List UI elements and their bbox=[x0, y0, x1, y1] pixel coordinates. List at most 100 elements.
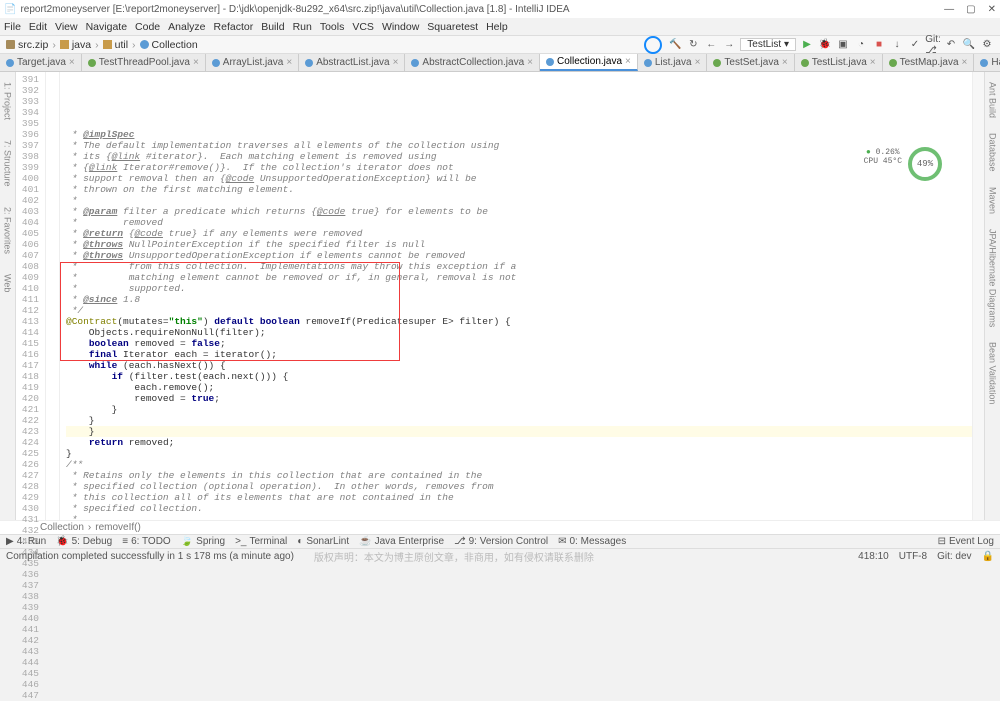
tool-button[interactable]: Web bbox=[3, 274, 13, 292]
code-line[interactable]: * @return {@code true} if any elements w… bbox=[66, 228, 972, 239]
code-line[interactable]: removed = true; bbox=[66, 393, 972, 404]
code-line[interactable]: while (each.hasNext()) { bbox=[66, 360, 972, 371]
lock-icon[interactable]: 🔒 bbox=[982, 551, 994, 562]
tool-window-tab[interactable]: ⎇9: Version Control bbox=[454, 536, 548, 547]
code-line[interactable]: * this collection all of its elements th… bbox=[66, 492, 972, 503]
code-line[interactable]: boolean removed = false; bbox=[66, 338, 972, 349]
code-line[interactable]: * specified collection. bbox=[66, 503, 972, 514]
tool-button[interactable]: 2: Favorites bbox=[3, 207, 13, 254]
smart-search-icon[interactable] bbox=[644, 36, 662, 54]
minimize-button[interactable]: — bbox=[944, 4, 954, 15]
maximize-button[interactable]: ▢ bbox=[966, 4, 975, 15]
close-tab-icon[interactable]: × bbox=[695, 57, 701, 68]
code-line[interactable]: * removed bbox=[66, 217, 972, 228]
tool-window-tab[interactable]: ☕Java Enterprise bbox=[359, 536, 444, 547]
build-button[interactable]: 🔨 bbox=[668, 38, 682, 52]
git-branch[interactable]: Git: dev bbox=[937, 551, 971, 562]
event-log-tab[interactable]: ⊟ Event Log bbox=[938, 536, 994, 547]
code-line[interactable]: * matching element cannot be removed or … bbox=[66, 272, 972, 283]
code-line[interactable]: * its {@link #iterator}. Each matching e… bbox=[66, 151, 972, 162]
file-tab[interactable]: TestSet.java× bbox=[707, 54, 794, 71]
tool-window-tab[interactable]: ▶4: Run bbox=[6, 536, 46, 547]
vcs-revert-button[interactable]: ↶ bbox=[944, 38, 958, 52]
right-tool-strip[interactable]: Ant Build Database Maven JPA/Hibernate Diag… bbox=[984, 72, 1000, 520]
close-tab-icon[interactable]: × bbox=[393, 57, 399, 68]
run-button[interactable]: ▶ bbox=[800, 38, 814, 52]
left-tool-strip[interactable]: 1: Project7: Structure2: FavoritesWeb bbox=[0, 72, 16, 520]
menu-refactor[interactable]: Refactor bbox=[214, 21, 254, 33]
code-line[interactable]: } bbox=[66, 415, 972, 426]
menu-help[interactable]: Help bbox=[486, 21, 508, 33]
code-line[interactable]: Objects.requireNonNull(filter); bbox=[66, 327, 972, 338]
profile-button[interactable]: ◔ bbox=[854, 38, 868, 52]
tool-window-tab[interactable]: >_Terminal bbox=[235, 536, 287, 547]
code-line[interactable]: * supported. bbox=[66, 283, 972, 294]
code-line[interactable]: } bbox=[66, 404, 972, 415]
file-tab[interactable]: HashMap.java× bbox=[974, 54, 1000, 71]
code-line[interactable]: * bbox=[66, 514, 972, 520]
close-tab-icon[interactable]: × bbox=[286, 57, 292, 68]
tool-button[interactable]: Maven bbox=[988, 187, 998, 214]
menu-run[interactable]: Run bbox=[293, 21, 312, 33]
tool-button[interactable]: Database bbox=[988, 133, 998, 172]
menu-file[interactable]: File bbox=[4, 21, 21, 33]
tool-window-tab[interactable]: 🍃Spring bbox=[181, 536, 225, 547]
file-tab[interactable]: TestThreadPool.java× bbox=[82, 54, 206, 71]
tool-window-tab[interactable]: ✉0: Messages bbox=[558, 536, 626, 547]
file-tab[interactable]: List.java× bbox=[638, 54, 708, 71]
code-line[interactable]: * The default implementation traverses a… bbox=[66, 140, 972, 151]
code-line[interactable]: return removed; bbox=[66, 437, 972, 448]
tool-window-tab[interactable]: ◐SonarLint bbox=[297, 536, 349, 547]
menu-window[interactable]: Window bbox=[382, 21, 419, 33]
fold-column[interactable] bbox=[46, 72, 60, 520]
code-line[interactable]: * Retains only the elements in this coll… bbox=[66, 470, 972, 481]
code-line[interactable]: * @since 1.8 bbox=[66, 294, 972, 305]
close-tab-icon[interactable]: × bbox=[782, 57, 788, 68]
search-button[interactable]: 🔍 bbox=[962, 38, 976, 52]
code-line[interactable]: * @throws NullPointerException if the sp… bbox=[66, 239, 972, 250]
code-line[interactable]: /** bbox=[66, 459, 972, 470]
code-line[interactable]: final Iterator each = iterator(); bbox=[66, 349, 972, 360]
sync-button[interactable]: ↻ bbox=[686, 38, 700, 52]
tool-button[interactable]: Ant Build bbox=[988, 82, 998, 118]
close-tab-icon[interactable]: × bbox=[870, 57, 876, 68]
coverage-button[interactable]: ▣ bbox=[836, 38, 850, 52]
menu-build[interactable]: Build bbox=[261, 21, 284, 33]
close-tab-icon[interactable]: × bbox=[69, 57, 75, 68]
file-tab[interactable]: Collection.java× bbox=[540, 54, 638, 71]
tool-window-tab[interactable]: 🐞5: Debug bbox=[56, 536, 112, 547]
code-line[interactable]: * {@link Iterator#remove()}. If the coll… bbox=[66, 162, 972, 173]
tool-button[interactable]: JPA/Hibernate Diagrams bbox=[988, 229, 998, 327]
debug-button[interactable]: 🐞 bbox=[818, 38, 832, 52]
menu-edit[interactable]: Edit bbox=[29, 21, 47, 33]
code-line[interactable]: * @throws UnsupportedOperationException … bbox=[66, 250, 972, 261]
settings-button[interactable]: ⚙ bbox=[980, 38, 994, 52]
code-editor[interactable]: 49% ● 0.26%CPU 45°C * @implSpec * The de… bbox=[60, 72, 972, 520]
code-line[interactable]: } bbox=[66, 426, 972, 437]
vcs-commit-button[interactable]: ✓ bbox=[908, 38, 922, 52]
code-line[interactable]: * from this collection. Implementations … bbox=[66, 261, 972, 272]
encoding[interactable]: UTF-8 bbox=[899, 551, 927, 562]
vcs-history-button[interactable]: Git: ⎇ bbox=[926, 38, 940, 52]
menu-tools[interactable]: Tools bbox=[320, 21, 345, 33]
stop-button[interactable]: ■ bbox=[872, 38, 886, 52]
breadcrumb-root[interactable]: src.zip bbox=[6, 39, 48, 51]
code-line[interactable]: * @implSpec bbox=[66, 129, 972, 140]
code-line[interactable]: * support removal then an {@code Unsuppo… bbox=[66, 173, 972, 184]
tool-window-tab[interactable]: ≡6: TODO bbox=[122, 536, 171, 547]
code-line[interactable]: */ bbox=[66, 305, 972, 316]
close-tab-icon[interactable]: × bbox=[962, 57, 968, 68]
menu-analyze[interactable]: Analyze bbox=[168, 21, 205, 33]
tool-button[interactable]: Bean Validation bbox=[988, 342, 998, 404]
file-tab[interactable]: AbstractList.java× bbox=[299, 54, 405, 71]
nav-fwd-button[interactable]: → bbox=[722, 38, 736, 52]
nav-back-button[interactable]: ← bbox=[704, 38, 718, 52]
close-tab-icon[interactable]: × bbox=[625, 56, 631, 67]
code-line[interactable]: * thrown on the first matching element. bbox=[66, 184, 972, 195]
tool-button[interactable]: 7: Structure bbox=[3, 140, 13, 187]
close-tab-icon[interactable]: × bbox=[527, 57, 533, 68]
menu-squaretest[interactable]: Squaretest bbox=[427, 21, 478, 33]
menu-view[interactable]: View bbox=[55, 21, 78, 33]
run-config-selector[interactable]: TestList ▾ bbox=[740, 38, 796, 51]
breadcrumb-pkg[interactable]: java bbox=[60, 39, 91, 51]
